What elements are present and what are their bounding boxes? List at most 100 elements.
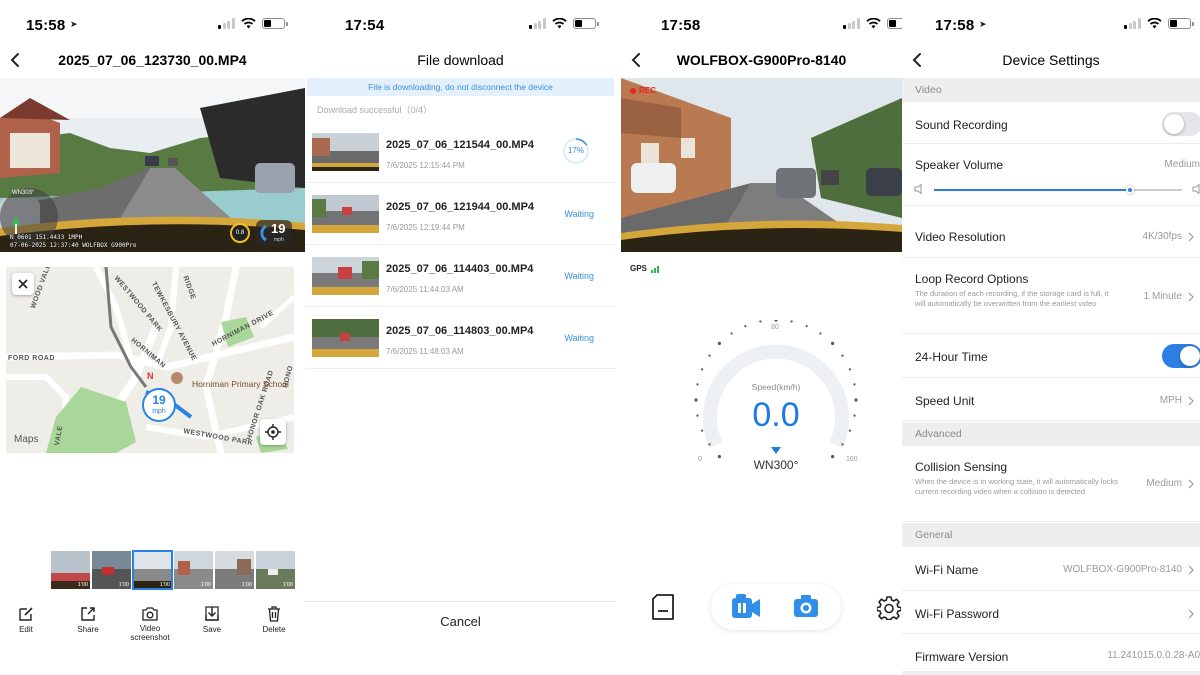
back-icon[interactable] <box>627 50 647 70</box>
crosshair-icon <box>265 424 281 440</box>
setting-value: WOLFBOX-G900Pro-8140 <box>1063 564 1182 575</box>
download-progress-ring: 17% <box>562 137 590 165</box>
gauge-tick-dot <box>805 325 808 328</box>
settings-list[interactable]: Video Sound Recording Speaker Volume Med… <box>902 78 1200 675</box>
speaker-volume-slider[interactable] <box>934 186 1182 194</box>
section-header-video: Video <box>902 78 1200 102</box>
gauge-tick-dot <box>841 443 844 446</box>
status-bar: 17:58 <box>621 0 902 48</box>
setting-wifi-name[interactable]: Wi-Fi Name WOLFBOX-G900Pro-8140 <box>902 547 1200 591</box>
chevron-right-icon <box>1188 232 1194 242</box>
sd-card-button[interactable] <box>651 594 675 625</box>
section-header-advanced: Advanced <box>902 422 1200 446</box>
video-thumbnail[interactable]: 1'00 <box>92 551 131 589</box>
speed-overlay-unit: mph <box>274 237 284 243</box>
take-photo-button[interactable] <box>793 594 819 623</box>
24-hour-time-toggle[interactable] <box>1162 344 1200 368</box>
status-icons <box>843 18 902 29</box>
speed-overlay-value: 19 <box>271 221 286 236</box>
gauge-tick-dot <box>701 368 704 371</box>
thumbnail-duration: 1'00 <box>77 582 88 588</box>
setting-label: Video Resolution <box>915 230 1006 244</box>
share-label: Share <box>77 625 99 634</box>
record-controls <box>711 584 841 630</box>
maps-attribution: Maps <box>14 434 38 445</box>
section-header-general: General <box>902 523 1200 547</box>
setting-loop-record[interactable]: Loop Record Options The duration of each… <box>902 258 1200 334</box>
sound-recording-toggle[interactable] <box>1162 112 1200 136</box>
slider-thumb[interactable] <box>1125 186 1134 194</box>
back-icon[interactable] <box>908 50 928 70</box>
cellular-signal-icon <box>529 18 546 29</box>
map-speed-value: 19 <box>152 393 166 407</box>
battery-icon <box>572 18 599 29</box>
video-toolbar: Edit Share Video screenshot Save Delete <box>0 606 305 656</box>
video-thumbnail[interactable]: 1'00 <box>215 551 254 589</box>
pause-recording-button[interactable] <box>731 594 761 625</box>
status-icons <box>1124 18 1194 29</box>
setting-speed-unit[interactable]: Speed Unit MPH <box>902 378 1200 421</box>
download-item[interactable]: 2025_07_06_114403_00.MP4 7/6/2025 11:44:… <box>305 245 616 307</box>
video-screenshot-button[interactable]: Video screenshot <box>124 606 176 642</box>
wifi-icon <box>1146 18 1162 29</box>
download-status: Waiting <box>564 333 594 343</box>
live-camera-view[interactable]: REC <box>621 78 902 252</box>
gauge-tick-dot <box>717 341 721 345</box>
video-thumbnail[interactable]: 1'00 <box>51 551 90 589</box>
gauge-heading: WN300° <box>753 458 799 472</box>
video-thumbnail[interactable]: 1'00 <box>256 551 295 589</box>
heading-label: WN303° <box>12 190 35 196</box>
map-speed-unit: mph <box>152 408 166 415</box>
trash-icon <box>268 606 280 622</box>
download-percent: 17% <box>567 146 584 155</box>
cancel-button[interactable]: Cancel <box>305 614 616 629</box>
share-button[interactable]: Share <box>62 606 114 634</box>
volume-low-icon <box>914 184 922 194</box>
back-icon[interactable] <box>6 50 26 70</box>
setting-label: Speaker Volume <box>915 158 1004 172</box>
file-name: 2025_07_06_114803_00.MP4 <box>386 325 534 337</box>
compass-north-label: N <box>147 371 154 381</box>
chevron-right-icon <box>1188 396 1194 406</box>
setting-label: Collision Sensing <box>915 460 1008 474</box>
video-thumbnail[interactable]: 1'00 <box>174 551 213 589</box>
nav-bar: File download <box>305 44 616 78</box>
page-title: WOLFBOX-G900Pro-8140 <box>676 52 847 68</box>
page-title: File download <box>417 52 504 68</box>
chevron-right-icon <box>1188 565 1194 575</box>
download-item[interactable]: 2025_07_06_114803_00.MP4 7/6/2025 11:48:… <box>305 307 616 369</box>
route-map[interactable]: WOOD VALE FORD ROAD WESTWOOD PARK TEWKES… <box>6 267 294 453</box>
poi-name: Horniman Primary School <box>192 379 289 389</box>
camera-icon <box>142 607 158 621</box>
gauge-tick-dot <box>774 320 778 322</box>
divider <box>305 601 616 602</box>
gauge-tick-dot <box>848 368 851 371</box>
status-icons <box>218 18 288 29</box>
volume-high-icon <box>1192 184 1200 194</box>
setting-video-resolution[interactable]: Video Resolution 4K/30fps <box>902 206 1200 258</box>
edit-button[interactable]: Edit <box>0 606 52 634</box>
download-item[interactable]: 2025_07_06_121544_00.MP4 7/6/2025 12:15:… <box>305 121 616 183</box>
status-time: 17:58 <box>935 17 975 34</box>
save-button[interactable]: Save <box>186 606 238 634</box>
video-thumbnail-selected[interactable]: 1'00 <box>132 550 173 590</box>
download-item[interactable]: 2025_07_06_121944_00.MP4 7/6/2025 12:19:… <box>305 183 616 245</box>
setting-value: Medium <box>1164 159 1200 170</box>
gps-label: GPS <box>630 264 647 273</box>
video-player[interactable]: WN303° N 0601 151.4433 1MPH 07-06-2025 1… <box>0 78 305 252</box>
file-date: 7/6/2025 12:15:44 PM <box>386 161 465 170</box>
road-label: FORD ROAD <box>8 355 55 362</box>
delete-button[interactable]: Delete <box>248 606 300 634</box>
file-name: 2025_07_06_121544_00.MP4 <box>386 139 535 151</box>
locate-button[interactable] <box>260 419 286 445</box>
heading-arrow-icon <box>12 216 20 234</box>
setting-collision-sensing[interactable]: Collision Sensing When the device is in … <box>902 446 1200 522</box>
setting-label: Wi-Fi Password <box>915 607 1000 621</box>
setting-wifi-password[interactable]: Wi-Fi Password <box>902 591 1200 634</box>
video-screenshot-label: Video screenshot <box>130 624 170 642</box>
close-map-button[interactable] <box>12 273 34 295</box>
g-force-value: 0.8 <box>235 230 245 236</box>
thumbnail-strip: 1'00 1'00 1'00 1'00 1'00 1'00 <box>51 550 305 590</box>
settings-button[interactable] <box>876 596 902 625</box>
setting-label: Loop Record Options <box>915 272 1029 286</box>
